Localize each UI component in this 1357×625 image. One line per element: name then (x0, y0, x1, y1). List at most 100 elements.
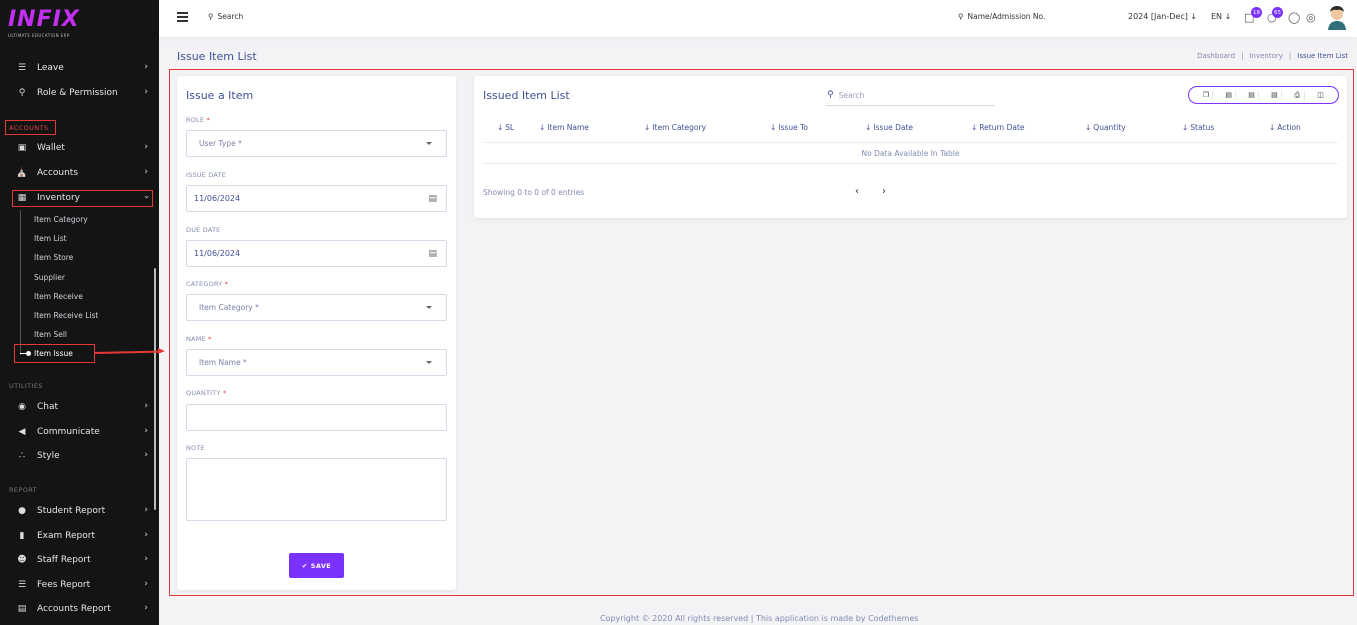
page-title: Issue Item List (177, 50, 257, 63)
category-select[interactable]: Item Category * (186, 294, 447, 321)
sidebar-item-student-report[interactable]: ● Student Report › (16, 502, 154, 520)
session-selector[interactable]: 2024 [Jan-Dec] ↓ (1128, 12, 1197, 21)
category-placeholder: Item Category * (199, 303, 259, 312)
issue-date-input[interactable]: 11/06/2024 ▤ (186, 185, 447, 212)
breadcrumb: Dashboard | Inventory | Issue Item List (1197, 52, 1348, 60)
sidebar-item-label: Exam Report (37, 531, 95, 541)
chevron-right-icon: › (144, 450, 148, 460)
no-data-row: No Data Available In Table (483, 143, 1338, 164)
pdf-icon[interactable]: ▤ (1268, 91, 1282, 99)
column-header-quantity[interactable]: ↓ Quantity (1085, 123, 1126, 132)
sidebar-item-role-permission[interactable]: ⚲ Role & Permission › (16, 84, 154, 102)
due-date-value: 11/06/2024 (194, 249, 241, 258)
sidebar-item-label: Style (37, 451, 60, 461)
sidebar-item-leave[interactable]: ☰ Leave › (16, 59, 154, 77)
chevron-right-icon: › (144, 62, 148, 72)
wallet-icon: ▣ (17, 143, 27, 153)
sidebar-subitem-item-list[interactable]: Item List (34, 234, 67, 243)
item-name-select[interactable]: Item Name * (186, 349, 447, 376)
chevron-right-icon: › (144, 603, 148, 613)
sidebar-item-exam-report[interactable]: ▮ Exam Report › (16, 527, 154, 545)
columns-icon[interactable]: ◫ (1314, 91, 1328, 99)
sort-arrow-icon: ↓ (865, 123, 872, 132)
avatar[interactable] (1326, 5, 1348, 30)
globe-icon[interactable]: ◯ (1288, 11, 1300, 24)
name-admission-search[interactable]: ⚲ Name/Admission No. (958, 12, 1045, 21)
print-icon[interactable]: ⎙ (1291, 90, 1305, 100)
pagination-next-icon[interactable]: › (882, 186, 886, 197)
sidebar-item-communicate[interactable]: ◀ Communicate › (16, 423, 154, 441)
csv-icon[interactable]: ▤ (1222, 91, 1237, 99)
sidebar-item-fees-report[interactable]: ☰ Fees Report › (16, 576, 154, 594)
column-header-issue-date[interactable]: ↓ Issue Date (865, 123, 913, 132)
role-select[interactable]: User Type * (186, 130, 447, 157)
column-header-return-date[interactable]: ↓ Return Date (971, 123, 1025, 132)
column-header-status[interactable]: ↓ Status (1182, 123, 1214, 132)
sidebar-item-accounts-report[interactable]: ▤ Accounts Report › (16, 600, 154, 618)
table-header: ↓ SL ↓ Item Name ↓ Item Category ↓ Issue To … (483, 114, 1338, 143)
chevron-right-icon: › (144, 87, 148, 97)
chevron-right-icon: › (144, 167, 148, 177)
chevron-right-icon: › (144, 530, 148, 540)
column-header-sl[interactable]: ↓ SL (497, 123, 514, 132)
sidebar-item-label: Chat (37, 402, 59, 412)
sidebar-subitem-item-receive-list[interactable]: Item Receive List (34, 311, 98, 320)
sidebar-scrollbar[interactable] (154, 268, 156, 510)
due-date-label: DUE DATE (186, 226, 221, 234)
sidebar-item-label: Wallet (37, 143, 65, 153)
sidebar-item-label: Student Report (37, 506, 106, 516)
copy-icon[interactable]: ❐ (1199, 91, 1214, 99)
save-button[interactable]: ✔ SAVE (289, 553, 344, 578)
sidebar-item-wallet[interactable]: ▣ Wallet › (16, 139, 154, 157)
fingerprint-icon[interactable]: ◎ (1306, 11, 1316, 24)
sidebar-subitem-item-receive[interactable]: Item Receive (34, 292, 83, 301)
sidebar-subitem-item-sell[interactable]: Item Sell (34, 330, 67, 339)
sidebar-item-label: Leave (37, 63, 64, 73)
topbar: ⚲ Search ⚲ Name/Admission No. 2024 [Jan-… (159, 0, 1357, 37)
sidebar-item-staff-report[interactable]: ☻ Staff Report › (16, 551, 154, 569)
breadcrumb-inventory[interactable]: Inventory (1249, 52, 1282, 60)
megaphone-icon: ◀ (18, 427, 26, 437)
key-icon: ⚲ (18, 88, 26, 98)
highlight-inventory (12, 190, 153, 207)
column-header-issue-to[interactable]: ↓ Issue To (770, 123, 808, 132)
column-header-action[interactable]: ↓ Action (1269, 123, 1301, 132)
sidebar-item-label: Accounts Report (37, 604, 111, 614)
sidebar-subitem-supplier[interactable]: Supplier (34, 273, 65, 282)
sidebar-item-chat[interactable]: ◉ Chat › (16, 398, 154, 416)
calendar-icon[interactable]: ▤ (428, 194, 437, 204)
logo[interactable]: INFIX ULTIMATE EDUCATION ERP (8, 8, 108, 42)
breadcrumb-dashboard[interactable]: Dashboard (1197, 52, 1235, 60)
bank-icon: ⛪ (16, 168, 28, 178)
due-date-input[interactable]: 11/06/2024 ▤ (186, 240, 447, 267)
quantity-input[interactable] (186, 404, 447, 431)
check-icon: ✔ (301, 561, 308, 570)
sort-arrow-icon: ↓ (971, 123, 978, 132)
column-header-item-name[interactable]: ↓ Item Name (539, 123, 589, 132)
excel-icon[interactable]: ▤ (1245, 91, 1260, 99)
menu-icon[interactable] (177, 12, 188, 22)
caret-down-icon (426, 361, 432, 364)
sidebar-subitem-item-category[interactable]: Item Category (34, 215, 88, 224)
top-search[interactable]: ⚲ Search (208, 12, 243, 21)
search-icon: ⚲ (208, 12, 214, 21)
pagination-prev-icon[interactable]: ‹ (855, 186, 859, 197)
issue-date-label: ISSUE DATE (186, 171, 227, 179)
calendar-icon[interactable]: ▤ (428, 249, 437, 259)
sidebar-item-style[interactable]: ∴ Style › (16, 447, 154, 465)
sidebar-item-accounts[interactable]: ⛪ Accounts › (16, 164, 154, 182)
submenu-line (20, 210, 21, 355)
role-label: ROLE * (186, 116, 210, 124)
caret-down-icon (426, 306, 432, 309)
sort-arrow-icon: ↓ (770, 123, 777, 132)
column-header-item-category[interactable]: ↓ Item Category (644, 123, 706, 132)
sort-arrow-icon: ↓ (1269, 123, 1276, 132)
note-textarea[interactable] (186, 458, 447, 521)
list-search-input[interactable]: ⚲ Search (826, 85, 995, 106)
users-icon: ● (18, 506, 26, 516)
footer-copyright: Copyright © 2020 All rights reserved | T… (600, 614, 919, 623)
list-search-placeholder: Search (838, 90, 865, 100)
sidebar-subitem-item-store[interactable]: Item Store (34, 253, 73, 262)
list-title: Issued Item List (483, 89, 570, 102)
language-selector[interactable]: EN ↓ (1211, 12, 1231, 21)
